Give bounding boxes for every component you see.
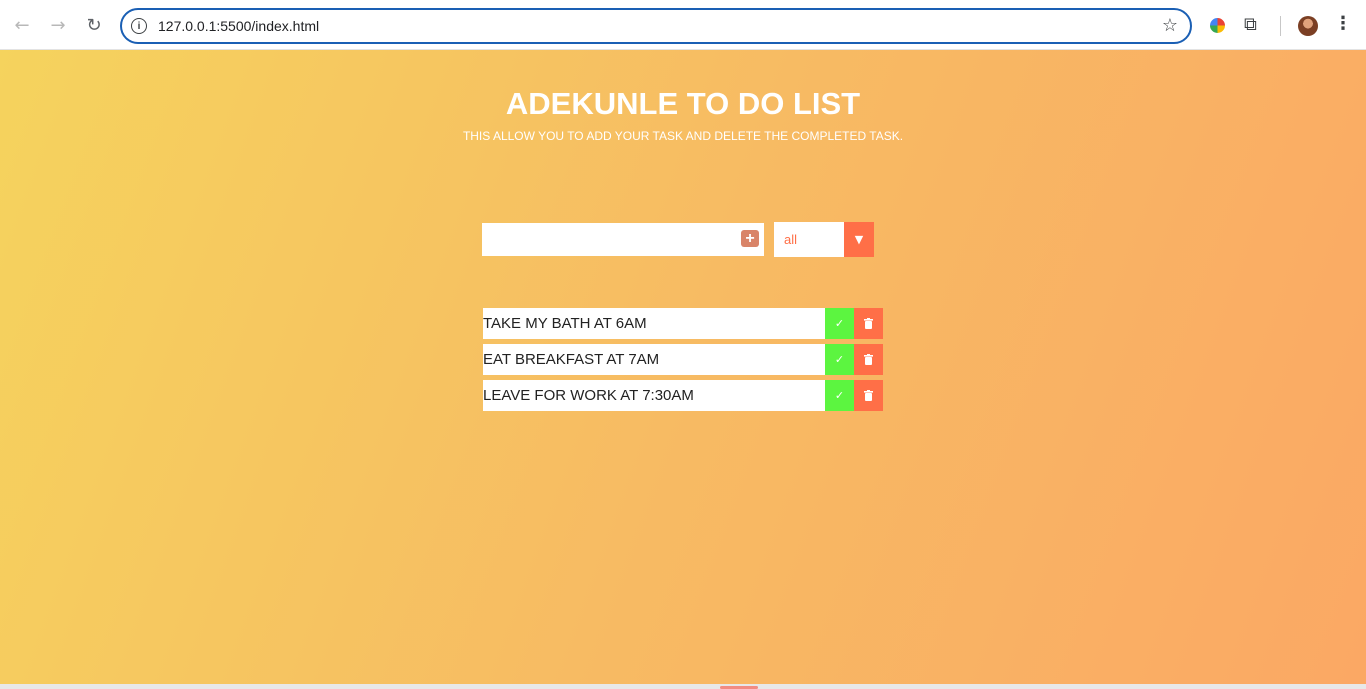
reload-icon[interactable]: ↻ <box>82 13 106 37</box>
check-icon: ✓ <box>834 317 845 330</box>
filter-select[interactable]: all ▼ <box>774 222 874 257</box>
todo-item: EAT BREAKFAST AT 7AM ✓ <box>483 344 883 375</box>
todo-item: LEAVE FOR WORK AT 7:30AM ✓ <box>483 380 883 411</box>
page-subtitle: THIS ALLOW YOU TO ADD YOUR TASK AND DELE… <box>462 129 904 143</box>
filter-selected-value: all <box>784 232 798 247</box>
url-text[interactable]: 127.0.0.1:5500/index.html <box>158 18 319 34</box>
color-extension-icon[interactable] <box>1210 18 1225 33</box>
bottom-scrollbar <box>0 684 1366 689</box>
complete-button[interactable]: ✓ <box>825 380 854 411</box>
page-title: ADEKUNLE TO DO LIST <box>505 86 861 121</box>
address-bar[interactable]: i 127.0.0.1:5500/index.html ☆ <box>120 8 1192 44</box>
check-icon: ✓ <box>834 353 845 366</box>
bookmark-star-icon[interactable]: ☆ <box>1162 15 1178 36</box>
delete-button[interactable] <box>854 380 883 411</box>
toolbar-divider <box>1280 16 1281 36</box>
extensions-puzzle-icon[interactable]: ⧉ <box>1244 14 1257 35</box>
add-task-button[interactable]: + <box>741 230 759 247</box>
trash-icon <box>864 318 873 329</box>
page-background: ADEKUNLE TO DO LIST THIS ALLOW YOU TO AD… <box>0 50 1366 684</box>
todo-item: TAKE MY BATH AT 6AM ✓ <box>483 308 883 339</box>
chevron-down-icon[interactable]: ▼ <box>844 222 874 257</box>
delete-button[interactable] <box>854 308 883 339</box>
todo-list: TAKE MY BATH AT 6AM ✓ EAT BREAKFAST AT 7… <box>483 308 883 416</box>
forward-arrow-icon[interactable]: → <box>46 13 70 37</box>
site-info-icon[interactable]: i <box>131 18 147 34</box>
profile-avatar[interactable] <box>1298 16 1318 36</box>
todo-input[interactable] <box>482 223 764 256</box>
todo-text: EAT BREAKFAST AT 7AM <box>483 344 825 375</box>
complete-button[interactable]: ✓ <box>825 308 854 339</box>
delete-button[interactable] <box>854 344 883 375</box>
browser-toolbar: ← → ↻ i 127.0.0.1:5500/index.html ☆ ⧉ ⋮ <box>0 0 1366 50</box>
check-icon: ✓ <box>834 389 845 402</box>
todo-text: LEAVE FOR WORK AT 7:30AM <box>483 380 825 411</box>
back-arrow-icon[interactable]: ← <box>10 13 34 37</box>
todo-text: TAKE MY BATH AT 6AM <box>483 308 825 339</box>
complete-button[interactable]: ✓ <box>825 344 854 375</box>
trash-icon <box>864 354 873 365</box>
browser-menu-icon[interactable]: ⋮ <box>1334 13 1352 34</box>
trash-icon <box>864 390 873 401</box>
